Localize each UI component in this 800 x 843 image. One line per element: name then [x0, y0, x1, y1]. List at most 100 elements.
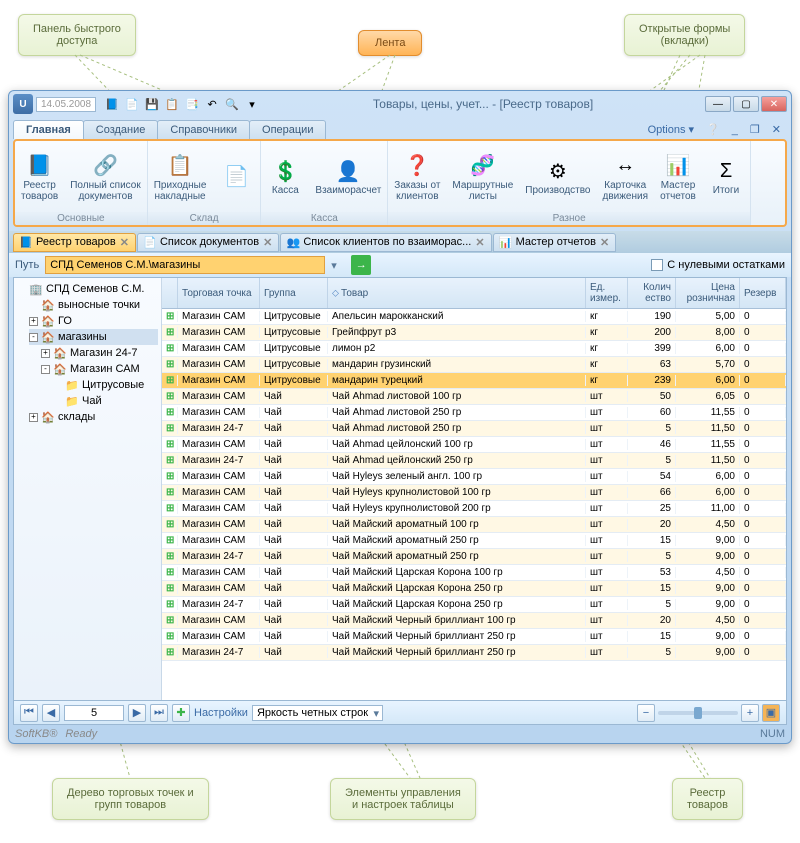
tree-node[interactable]: 🏠выносные точки — [29, 297, 158, 313]
tree-node[interactable]: 📁Цитрусовые — [53, 377, 158, 393]
qat-btn-4[interactable]: 📋 — [163, 95, 181, 113]
expand-icon[interactable]: + — [29, 413, 38, 422]
mdi-minimize-icon[interactable]: _ — [726, 121, 744, 139]
tab-close-icon[interactable]: ✕ — [263, 236, 272, 249]
grid-body[interactable]: ⊞Магазин САМЦитрусовыеАпельсин марокканс… — [162, 309, 786, 700]
ribbon-button[interactable]: 👤Взаиморасчет — [309, 141, 387, 212]
document-tab[interactable]: 📊Мастер отчетов✕ — [493, 233, 617, 252]
qat-btn-5[interactable]: 📑 — [183, 95, 201, 113]
tree-node[interactable]: 🏢СПД Семенов С.М. — [17, 281, 158, 297]
tree-node[interactable]: -🏠Магазин САМ — [41, 361, 158, 377]
col-qty[interactable]: Колич ество — [628, 278, 676, 308]
ribbon-button[interactable]: 📊Мастер отчетов — [654, 141, 702, 212]
ribbon-tab-main[interactable]: Главная — [13, 120, 84, 139]
tree-node[interactable]: 📁Чай — [53, 393, 158, 409]
tree-node[interactable]: +🏠Магазин 24-7 — [41, 345, 158, 361]
expand-cell[interactable]: ⊞ — [162, 535, 178, 546]
ribbon-button[interactable]: 💲Касса — [261, 141, 309, 212]
zoom-slider[interactable] — [658, 711, 738, 715]
qat-btn-3[interactable]: 💾 — [143, 95, 161, 113]
ribbon-button[interactable]: ❓Заказы от клиентов — [388, 141, 446, 212]
ribbon-tab-directories[interactable]: Справочники — [157, 120, 250, 139]
row-brightness-dropdown[interactable]: Яркость четных строк — [252, 705, 383, 721]
expand-cell[interactable]: ⊞ — [162, 439, 178, 450]
expand-cell[interactable]: ⊞ — [162, 359, 178, 370]
tree-node[interactable]: +🏠склады — [29, 409, 158, 425]
tab-close-icon[interactable]: ✕ — [600, 236, 609, 249]
table-row[interactable]: ⊞Магазин САМЧайЧай Hyleys зеленый англ. … — [162, 469, 786, 485]
expand-cell[interactable]: ⊞ — [162, 455, 178, 466]
path-dropdown-icon[interactable]: ▾ — [331, 259, 345, 272]
qat-btn-1[interactable]: 📘 — [103, 95, 121, 113]
table-row[interactable]: ⊞Магазин 24-7ЧайЧай Майский Черный брилл… — [162, 645, 786, 661]
app-icon[interactable]: U — [13, 94, 33, 114]
table-row[interactable]: ⊞Магазин САМЧайЧай Ahmad цейлонский 100 … — [162, 437, 786, 453]
page-input[interactable] — [64, 705, 124, 721]
expand-cell[interactable]: ⊞ — [162, 471, 178, 482]
table-row[interactable]: ⊞Магазин САМЧайЧай Майский ароматный 250… — [162, 533, 786, 549]
expand-cell[interactable]: ⊞ — [162, 599, 178, 610]
ribbon-button[interactable]: 📄 — [212, 141, 260, 212]
col-group[interactable]: Группа — [260, 278, 328, 308]
table-row[interactable]: ⊞Магазин САМЧайЧай Hyleys крупнолистовой… — [162, 485, 786, 501]
table-row[interactable]: ⊞Магазин 24-7ЧайЧай Ahmad листовой 250 г… — [162, 421, 786, 437]
expand-cell[interactable]: ⊞ — [162, 343, 178, 354]
expand-cell[interactable]: ⊞ — [162, 391, 178, 402]
last-page-button[interactable]: ⏭ — [150, 704, 168, 722]
expand-cell[interactable]: ⊞ — [162, 519, 178, 530]
col-unit[interactable]: Ед. измер. — [586, 278, 628, 308]
table-row[interactable]: ⊞Магазин САМЦитрусовыеГрейпфрут р3кг2008… — [162, 325, 786, 341]
prev-page-button[interactable]: ◀ — [42, 704, 60, 722]
col-expand[interactable] — [162, 278, 178, 308]
expand-cell[interactable]: ⊞ — [162, 487, 178, 498]
mdi-close-icon[interactable]: ✕ — [766, 120, 787, 139]
qat-btn-6[interactable]: ↶ — [203, 95, 221, 113]
table-row[interactable]: ⊞Магазин САМЧайЧай Hyleys крупнолистовой… — [162, 501, 786, 517]
path-input[interactable]: СПД Семенов С.М.\магазины — [45, 256, 325, 274]
ribbon-button[interactable]: 🔗Полный список документов — [64, 141, 147, 212]
ribbon-tab-create[interactable]: Создание — [83, 120, 159, 139]
table-row[interactable]: ⊞Магазин САМЦитрусовыемандарин грузински… — [162, 357, 786, 373]
tree-node[interactable]: -🏠магазины — [29, 329, 158, 345]
first-page-button[interactable]: ⏮ — [20, 704, 38, 722]
expand-cell[interactable]: ⊞ — [162, 631, 178, 642]
expand-cell[interactable]: ⊞ — [162, 567, 178, 578]
settings-link[interactable]: Настройки — [194, 707, 248, 719]
zoom-fit-button[interactable]: ▣ — [762, 704, 780, 722]
expand-cell[interactable]: ⊞ — [162, 327, 178, 338]
ribbon-button[interactable]: 📋Приходные накладные — [148, 141, 213, 212]
col-product[interactable]: Товар — [328, 278, 586, 308]
go-button[interactable]: → — [351, 255, 371, 275]
date-field[interactable]: 14.05.2008 — [36, 97, 96, 112]
expand-icon[interactable]: - — [29, 333, 38, 342]
mdi-restore-icon[interactable]: ❐ — [744, 120, 766, 139]
table-row[interactable]: ⊞Магазин САМЧайЧай Майский Черный брилли… — [162, 629, 786, 645]
table-row[interactable]: ⊞Магазин САМЧайЧай Майский Черный брилли… — [162, 613, 786, 629]
zoom-out-button[interactable]: − — [637, 704, 655, 722]
help-icon[interactable]: ❔ — [700, 120, 726, 139]
col-price[interactable]: Цена розничная — [676, 278, 740, 308]
table-row[interactable]: ⊞Магазин 24-7ЧайЧай Майский ароматный 25… — [162, 549, 786, 565]
expand-icon[interactable]: + — [41, 349, 50, 358]
ribbon-button[interactable]: ↔Карточка движения — [597, 141, 655, 212]
zero-balance-checkbox[interactable]: С нулевыми остатками — [651, 259, 785, 271]
table-row[interactable]: ⊞Магазин 24-7ЧайЧай Ahmad цейлонский 250… — [162, 453, 786, 469]
expand-cell[interactable]: ⊞ — [162, 551, 178, 562]
qat-btn-2[interactable]: 📄 — [123, 95, 141, 113]
table-row[interactable]: ⊞Магазин САМЧайЧай Майский Царская Корон… — [162, 581, 786, 597]
ribbon-button[interactable]: ΣИтоги — [702, 141, 750, 212]
document-tab[interactable]: 👥Список клиентов по взаиморас...✕ — [280, 233, 491, 252]
col-reserve[interactable]: Резерв — [740, 278, 786, 308]
table-row[interactable]: ⊞Магазин САМЧайЧай Майский Царская Корон… — [162, 565, 786, 581]
table-row[interactable]: ⊞Магазин САМЦитрусовыелимон р2кг3996,000 — [162, 341, 786, 357]
expand-icon[interactable]: + — [29, 317, 38, 326]
ribbon-button[interactable]: 📘Реестр товаров — [15, 141, 64, 212]
expand-cell[interactable]: ⊞ — [162, 375, 178, 386]
add-record-button[interactable]: ✚ — [172, 704, 190, 722]
options-link[interactable]: Options ▾ — [642, 120, 701, 139]
table-row[interactable]: ⊞Магазин САМЦитрусовыеАпельсин марокканс… — [162, 309, 786, 325]
maximize-button[interactable]: ▢ — [733, 96, 759, 112]
expand-cell[interactable]: ⊞ — [162, 583, 178, 594]
table-row[interactable]: ⊞Магазин САМЧайЧай Ahmad листовой 250 гр… — [162, 405, 786, 421]
table-row[interactable]: ⊞Магазин САМЧайЧай Ahmad листовой 100 гр… — [162, 389, 786, 405]
